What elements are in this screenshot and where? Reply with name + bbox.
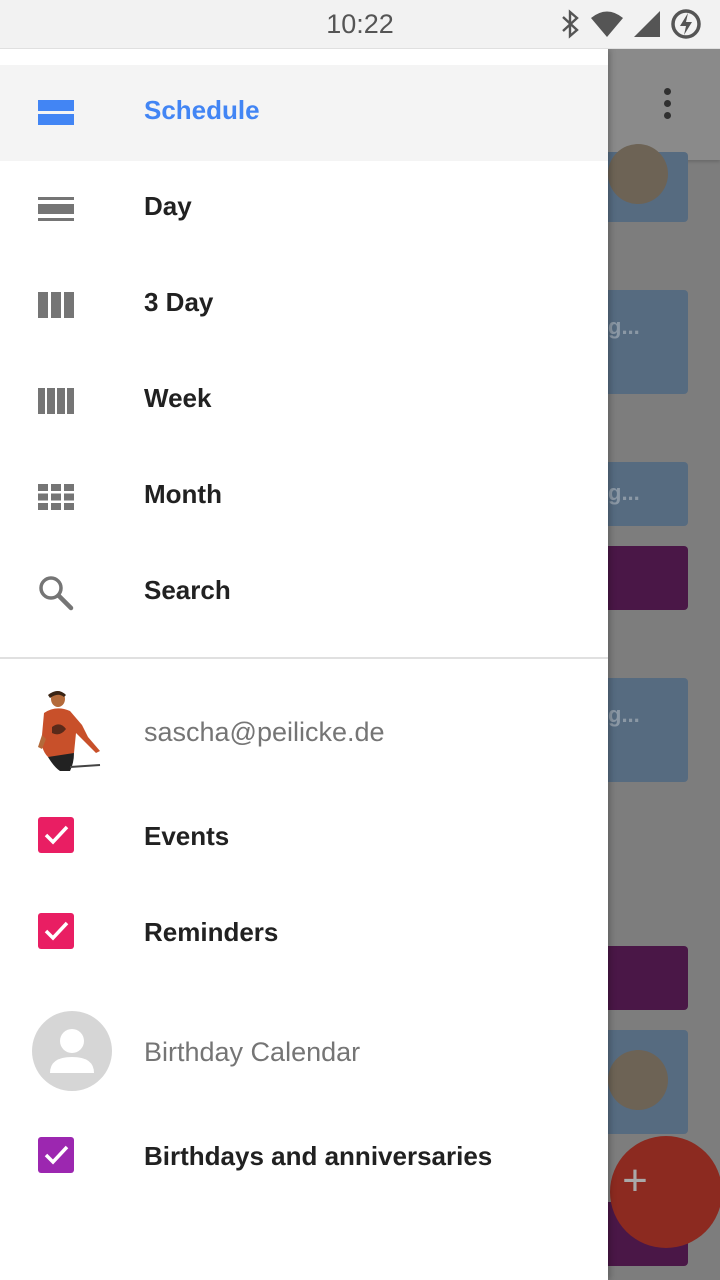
background-event-card: g... bbox=[608, 678, 688, 782]
account-email: sascha@peilicke.de bbox=[144, 717, 385, 747]
month-view-icon bbox=[38, 484, 74, 510]
three-day-view-icon bbox=[38, 292, 74, 318]
view-list: Schedule Day 3 Day Week Month Search bbox=[0, 65, 608, 641]
navigation-drawer: Schedule Day 3 Day Week Month Search sas… bbox=[0, 49, 608, 1280]
schedule-view-icon bbox=[38, 100, 74, 125]
calendar-label: Birthdays and anniversaries bbox=[144, 1141, 493, 1171]
nav-item-search[interactable]: Search bbox=[0, 545, 608, 641]
default-avatar-icon bbox=[32, 1011, 112, 1091]
battery-charging-icon bbox=[671, 9, 701, 39]
background-card-text: g... bbox=[608, 702, 640, 727]
nav-item-day[interactable]: Day bbox=[0, 161, 608, 257]
background-event-card: g... bbox=[608, 462, 688, 526]
background-card-text: g... bbox=[608, 480, 640, 505]
day-view-icon bbox=[38, 197, 74, 221]
bluetooth-icon bbox=[562, 9, 579, 39]
account-row[interactable]: sascha@peilicke.de bbox=[0, 683, 608, 779]
background-event-card: g... bbox=[608, 290, 688, 394]
nav-label: 3 Day bbox=[144, 287, 214, 317]
calendar-item-events[interactable]: Events bbox=[0, 787, 608, 883]
nav-item-week[interactable]: Week bbox=[0, 353, 608, 449]
search-icon bbox=[39, 576, 74, 611]
background-event-card bbox=[608, 946, 688, 1010]
status-icons bbox=[558, 8, 702, 40]
background-card-text: g... bbox=[608, 314, 640, 339]
birthdays-checkbox[interactable] bbox=[38, 1137, 74, 1173]
cell-signal-icon bbox=[634, 11, 660, 37]
calendar-label: Events bbox=[144, 821, 230, 851]
background-app-content[interactable]: g... g... g... + bbox=[608, 48, 720, 1280]
birthday-account-label: Birthday Calendar bbox=[144, 1037, 361, 1067]
nav-item-3-day[interactable]: 3 Day bbox=[0, 257, 608, 353]
calendar-label: Reminders bbox=[144, 917, 279, 947]
nav-label: Schedule bbox=[144, 95, 260, 125]
add-icon: + bbox=[622, 1156, 648, 1205]
drawer-divider bbox=[0, 657, 608, 659]
check-icon bbox=[44, 1145, 69, 1165]
background-avatar bbox=[608, 1050, 668, 1110]
more-options-icon bbox=[664, 88, 674, 124]
nav-item-month[interactable]: Month bbox=[0, 449, 608, 545]
nav-label: Month bbox=[144, 479, 222, 509]
add-event-fab[interactable]: + bbox=[610, 1136, 720, 1248]
background-toolbar bbox=[608, 48, 720, 160]
check-icon bbox=[44, 921, 69, 941]
reminders-checkbox[interactable] bbox=[38, 913, 74, 949]
calendar-item-birthdays[interactable]: Birthdays and anniversaries bbox=[0, 1107, 608, 1203]
account-avatar bbox=[38, 691, 101, 771]
check-icon bbox=[44, 825, 69, 845]
nav-label: Search bbox=[144, 575, 231, 605]
birthday-account-row[interactable]: Birthday Calendar bbox=[0, 1009, 608, 1093]
calendar-item-reminders[interactable]: Reminders bbox=[0, 883, 608, 979]
status-bar: 10:22 bbox=[0, 0, 720, 49]
nav-label: Day bbox=[144, 191, 192, 221]
background-avatar bbox=[608, 144, 668, 204]
nav-item-schedule[interactable]: Schedule bbox=[0, 65, 608, 161]
background-event-card bbox=[608, 546, 688, 610]
nav-label: Week bbox=[144, 383, 212, 413]
wifi-icon bbox=[591, 11, 623, 37]
week-view-icon bbox=[38, 388, 74, 414]
events-checkbox[interactable] bbox=[38, 817, 74, 853]
